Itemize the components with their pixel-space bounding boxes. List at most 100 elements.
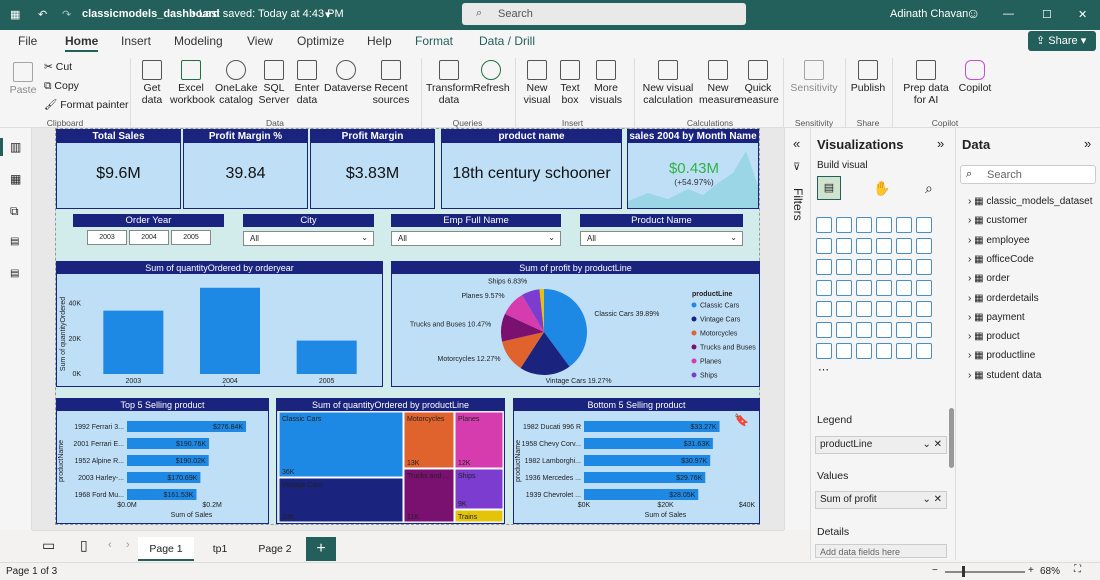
legend-field-well[interactable]: productLine ⌄ ✕ <box>815 436 947 454</box>
year-tile[interactable]: 2005 <box>171 230 211 245</box>
profit-by-productline-chart[interactable]: Sum of profit by productLine Classic Car… <box>391 261 760 394</box>
remove-field-icon[interactable]: ⌄ ✕ <box>922 494 942 505</box>
data-table-item[interactable]: › ▦ product <box>968 331 1020 342</box>
kpi-card-profit-margin[interactable]: Profit Margin $3.83M <box>310 129 435 209</box>
product-dropdown[interactable]: All ⌄ <box>580 231 743 246</box>
menu-optimize[interactable]: Optimize <box>297 34 344 48</box>
visual-type-icon[interactable] <box>816 217 832 233</box>
visual-type-icon[interactable] <box>836 343 852 359</box>
data-table-item[interactable]: › ▦ classic_models_dataset <box>968 196 1093 207</box>
visual-type-icon[interactable] <box>916 343 932 359</box>
close-icon[interactable]: ✕ <box>1078 8 1087 21</box>
visual-type-icon[interactable] <box>916 280 932 296</box>
visual-type-icon[interactable] <box>916 259 932 275</box>
visual-type-icon[interactable] <box>816 343 832 359</box>
visual-type-icon[interactable] <box>896 322 912 338</box>
visual-type-icon[interactable] <box>916 217 932 233</box>
more-visuals-icon[interactable]: ⋯ <box>818 364 829 376</box>
kpi-card-product-name[interactable]: product name 18th century schooner <box>441 129 622 209</box>
visual-type-icon[interactable] <box>876 217 892 233</box>
tab-page-2[interactable]: Page 2 <box>248 537 302 561</box>
desktop-layout-icon[interactable]: ▭ <box>42 537 55 554</box>
visual-type-icon[interactable] <box>856 343 872 359</box>
visual-type-icon[interactable] <box>816 301 832 317</box>
report-view-icon[interactable]: ▥ <box>10 140 21 154</box>
visual-type-icon[interactable] <box>896 238 912 254</box>
publish-button[interactable]: Publish <box>850 60 886 94</box>
visual-type-icon[interactable] <box>876 301 892 317</box>
data-table-item[interactable]: › ▦ productline <box>968 350 1035 361</box>
data-table-item[interactable]: › ▦ orderdetails <box>968 293 1039 304</box>
visual-type-icon[interactable] <box>816 280 832 296</box>
visual-type-icon[interactable] <box>856 322 872 338</box>
tab-tp1[interactable]: tp1 <box>198 537 242 561</box>
dax-query-icon[interactable]: ▤ <box>10 236 19 247</box>
recent-sources-button[interactable]: Recent sources <box>369 60 413 106</box>
visual-type-icon[interactable] <box>896 301 912 317</box>
treemap-chart[interactable]: Sum of quantityOrdered by productLine Cl… <box>276 398 505 524</box>
visual-type-icon[interactable] <box>836 301 852 317</box>
visual-type-icon[interactable] <box>856 217 872 233</box>
menu-insert[interactable]: Insert <box>121 34 151 48</box>
visual-type-icon[interactable] <box>876 343 892 359</box>
get-data-button[interactable]: Get data <box>136 60 168 106</box>
tmdl-view-icon[interactable]: ▤ <box>10 268 19 279</box>
new-visual-button[interactable]: New visual <box>520 60 554 106</box>
text-box-button[interactable]: Text box <box>556 60 584 106</box>
visual-type-icon[interactable] <box>816 238 832 254</box>
visual-type-icon[interactable] <box>896 259 912 275</box>
remove-field-icon[interactable]: ⌄ ✕ <box>922 439 942 450</box>
mobile-layout-icon[interactable]: ▯ <box>80 537 88 554</box>
visual-type-icon[interactable] <box>856 280 872 296</box>
add-page-button[interactable]: + <box>306 537 336 561</box>
data-search-input[interactable]: ⌕ Search <box>960 165 1096 184</box>
menu-help[interactable]: Help <box>367 34 392 48</box>
filters-pane-collapsed[interactable]: « ⊽ Filters <box>784 128 810 530</box>
sql-server-button[interactable]: SQL Server <box>258 60 290 106</box>
avatar[interactable]: ☺ <box>966 5 980 21</box>
kpi-card-profit-margin-pct[interactable]: Profit Margin % 39.84 <box>183 129 308 209</box>
new-visual-calculation-button[interactable]: New visual calculation <box>638 60 698 106</box>
visual-type-icon[interactable] <box>876 280 892 296</box>
visual-type-icon[interactable] <box>856 238 872 254</box>
data-table-item[interactable]: › ▦ order <box>968 273 1010 284</box>
zoom-out-icon[interactable]: − <box>932 565 938 576</box>
values-field-well[interactable]: Sum of profit ⌄ ✕ <box>815 491 947 509</box>
menu-view[interactable]: View <box>247 34 273 48</box>
tab-page-1[interactable]: Page 1 <box>138 537 194 561</box>
format-painter-button[interactable]: 🖌 Format painter <box>44 99 129 111</box>
visual-type-icon[interactable] <box>816 259 832 275</box>
search-box[interactable]: ⌕ Search <box>462 3 746 25</box>
chevron-left-icon[interactable]: « <box>793 136 800 151</box>
table-view-icon[interactable]: ▦ <box>10 172 21 186</box>
model-view-icon[interactable]: ⧉ <box>10 204 19 219</box>
maximize-icon[interactable]: ☐ <box>1042 8 1052 21</box>
data-table-item[interactable]: › ▦ payment <box>968 312 1025 323</box>
bottom5-chart[interactable]: Bottom 5 Selling product 1982 Ducati 996… <box>513 398 760 524</box>
data-table-item[interactable]: › ▦ employee <box>968 235 1030 246</box>
slicer-city[interactable]: City All ⌄ <box>243 214 374 250</box>
visual-type-icon[interactable] <box>836 238 852 254</box>
data-table-item[interactable]: › ▦ officeCode <box>968 254 1034 265</box>
details-field-well[interactable]: Add data fields here <box>815 544 947 558</box>
visual-type-icon[interactable] <box>876 259 892 275</box>
visual-type-icon[interactable] <box>836 280 852 296</box>
transform-data-button[interactable]: Transform data <box>426 60 473 106</box>
refresh-button[interactable]: Refresh <box>473 60 510 94</box>
minimize-icon[interactable]: — <box>1003 8 1014 20</box>
menu-format[interactable]: Format <box>415 34 453 48</box>
fit-to-page-icon[interactable]: ⛶ <box>1074 564 1081 575</box>
visual-type-icon[interactable] <box>916 301 932 317</box>
copy-button[interactable]: ⧉ Copy <box>44 80 79 92</box>
visual-type-icon[interactable] <box>896 217 912 233</box>
visual-type-icon[interactable] <box>836 322 852 338</box>
onelake-catalog-button[interactable]: OneLake catalog <box>215 60 258 106</box>
visual-type-icon[interactable] <box>836 217 852 233</box>
more-visuals-button[interactable]: More visuals <box>586 60 626 106</box>
redo-icon[interactable]: ↷ <box>62 8 71 21</box>
enter-data-button[interactable]: Enter data <box>292 60 322 106</box>
chevron-right-icon[interactable]: » <box>1084 136 1091 151</box>
menu-modeling[interactable]: Modeling <box>174 34 223 48</box>
cut-button[interactable]: ✂ Cut <box>44 61 72 73</box>
visual-type-icon[interactable] <box>836 259 852 275</box>
